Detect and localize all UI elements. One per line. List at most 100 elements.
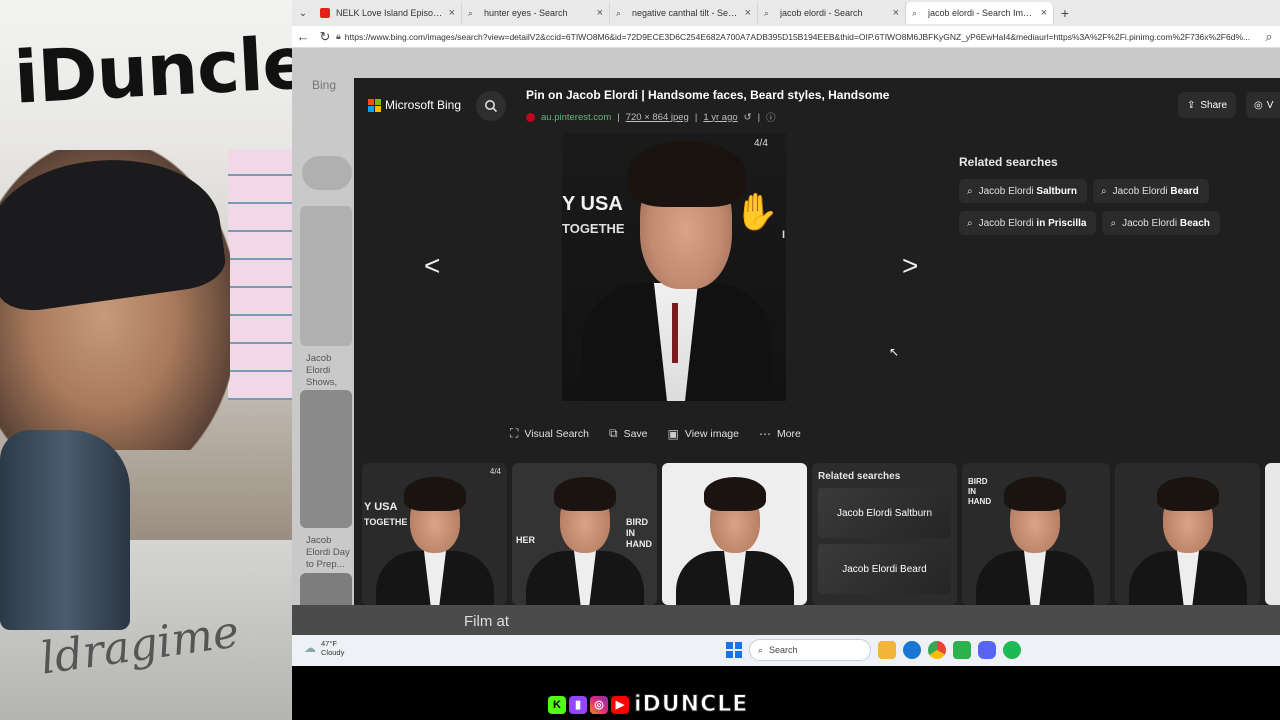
chip-prefix: Jacob Elordi — [1122, 217, 1180, 229]
related-chip-saltburn[interactable]: ⌕ Jacob Elordi Saltburn — [959, 179, 1087, 203]
pinterest-icon — [526, 112, 535, 122]
microsoft-bing-logo[interactable]: Microsoft Bing — [368, 98, 461, 112]
url-field[interactable]: https://www.bing.com/images/search?view=… — [341, 32, 1258, 42]
related-chip-beard[interactable]: ⌕ Jacob Elordi Beard — [1092, 179, 1209, 203]
thumbnail-text: BIRD — [626, 517, 648, 527]
stream-footer — [292, 666, 1280, 720]
tab-list-icon[interactable]: ⌄ — [292, 8, 314, 19]
app-icon[interactable] — [953, 641, 971, 659]
weather-widget[interactable]: ☁ 47°F Cloudy — [304, 639, 344, 657]
tab-hunter-eyes[interactable]: ⌕ hunter eyes - Search × — [462, 2, 610, 24]
thumbnail[interactable] — [662, 463, 807, 605]
source-link[interactable]: au.pinterest.com — [541, 112, 611, 123]
windows-start-icon[interactable] — [726, 642, 742, 658]
background-thumb — [300, 206, 352, 346]
thumbnail-hair — [554, 477, 616, 511]
thumbnail[interactable] — [1265, 463, 1280, 605]
bing-search-icon: ⌕ — [912, 8, 918, 18]
taskbar-apps: ⌕ Search — [726, 639, 1021, 661]
info-icon[interactable]: ⓘ — [766, 110, 776, 124]
tab-canthal-tilt[interactable]: ⌕ negative canthal tilt - Search Imag...… — [610, 2, 758, 24]
background-chip — [302, 156, 352, 190]
taskbar-search-label: Search — [769, 645, 798, 655]
edge-icon[interactable] — [903, 641, 921, 659]
thumbnail-text: IN — [626, 528, 635, 538]
next-image-button[interactable]: > — [902, 250, 918, 282]
brand-label: Microsoft Bing — [385, 98, 462, 112]
thumbnail-hair — [404, 477, 466, 511]
modal-search-button[interactable] — [476, 91, 506, 121]
action-label: More — [776, 427, 801, 440]
back-button[interactable]: ← — [292, 29, 314, 44]
search-icon — [485, 100, 498, 113]
search-icon: ⌕ — [967, 185, 973, 197]
close-icon[interactable]: × — [1041, 7, 1047, 19]
visit-button[interactable]: ◎ V — [1246, 92, 1280, 118]
dimensions-link[interactable]: 720 × 864 jpeg — [626, 112, 689, 123]
chip-bold: in Priscilla — [1036, 217, 1087, 229]
search-icon: ⌕ — [758, 644, 764, 655]
refresh-button[interactable]: ↻ — [314, 29, 336, 45]
share-label: Share — [1200, 99, 1228, 111]
visual-search-button[interactable]: ⛶ Visual Search — [510, 426, 589, 441]
discord-icon[interactable] — [978, 641, 996, 659]
main-image[interactable]: Y USA TOGETHE ✋ I — [562, 133, 786, 401]
thumbnail-text: IN — [968, 487, 976, 496]
thumbnail[interactable]: Y USA TOGETHE 4/4 — [362, 463, 507, 605]
streamer-logo: iDuncle — [12, 20, 292, 120]
taskbar-search[interactable]: ⌕ Search — [749, 639, 871, 661]
related-card-beard[interactable]: Jacob Elordi Beard — [818, 544, 951, 594]
image-detail-modal: Microsoft Bing Pin on Jacob Elordi | Han… — [354, 78, 1280, 605]
close-icon[interactable]: × — [893, 7, 899, 19]
close-icon[interactable]: × — [449, 7, 455, 19]
thumbnail-text: HER — [516, 535, 536, 545]
bing-search-icon: ⌕ — [468, 8, 474, 18]
search-icon: ⌕ — [1110, 217, 1117, 229]
thumbnail[interactable]: HER BIRD IN HAND — [512, 463, 657, 605]
close-icon[interactable]: × — [597, 7, 603, 19]
thumbnail-text: TOGETHE — [364, 517, 408, 527]
tab-jacob-elordi-images[interactable]: ⌕ jacob elordi - Search Images × — [906, 2, 1054, 24]
thumbnail-hair — [1157, 477, 1219, 511]
related-chip-priscilla[interactable]: ⌕ Jacob Elordi in Priscilla — [959, 211, 1097, 235]
search-icon[interactable]: ⌕ — [1258, 29, 1280, 45]
thumbnail-hair — [1004, 477, 1066, 511]
related-card-saltburn[interactable]: Jacob Elordi Saltburn — [818, 488, 951, 538]
visit-label: V — [1266, 99, 1274, 111]
weather-desc: Cloudy — [321, 648, 345, 657]
twitch-icon: ▮ — [569, 695, 587, 714]
separator: | — [617, 111, 620, 123]
view-image-button[interactable]: ▣ View image — [668, 426, 739, 441]
more-icon: ⋯ — [758, 426, 771, 441]
image-backdrop-text: TOGETHE — [562, 221, 625, 236]
spotify-icon[interactable] — [1003, 641, 1021, 659]
chrome-icon[interactable] — [928, 641, 946, 659]
previous-image-button[interactable]: < — [424, 250, 440, 282]
related-chip-beach[interactable]: ⌕ Jacob Elordi Beach — [1102, 211, 1220, 235]
social-links: K ▮ ◎ ▶ iDUNCLE — [548, 692, 748, 718]
more-button[interactable]: ⋯ More — [759, 426, 801, 441]
thumbnail-text: BIRD — [968, 477, 988, 486]
image-backdrop-text: I — [782, 229, 786, 241]
tab-title: jacob elordi - Search Images — [928, 8, 1035, 18]
youtube-icon: ▶ — [611, 695, 629, 714]
save-button[interactable]: ⧉ Save — [609, 426, 648, 441]
thumbnail[interactable] — [1115, 463, 1260, 605]
tab-nelk[interactable]: NELK Love Island Episode 1 | IG M... × — [314, 2, 462, 24]
tab-title: hunter eyes - Search — [484, 8, 568, 18]
view-image-icon: ▣ — [667, 426, 679, 441]
close-icon[interactable]: × — [745, 7, 751, 19]
tab-jacob-elordi[interactable]: ⌕ jacob elordi - Search × — [758, 2, 906, 24]
age-link[interactable]: 1 yr ago — [703, 112, 737, 123]
thumbnail-text: Y USA — [364, 501, 398, 513]
mouse-cursor-icon: ↖ — [889, 345, 900, 359]
kick-icon: K — [548, 695, 566, 714]
separator: | — [757, 111, 761, 123]
file-explorer-icon[interactable] — [878, 641, 896, 659]
new-tab-button[interactable]: + — [1054, 5, 1076, 21]
image-hair — [628, 141, 746, 207]
history-icon: ↺ — [743, 111, 752, 123]
share-button[interactable]: ⇪ Share — [1178, 92, 1236, 118]
image-tie — [672, 303, 678, 363]
thumbnail[interactable]: BIRD IN HAND — [962, 463, 1110, 605]
